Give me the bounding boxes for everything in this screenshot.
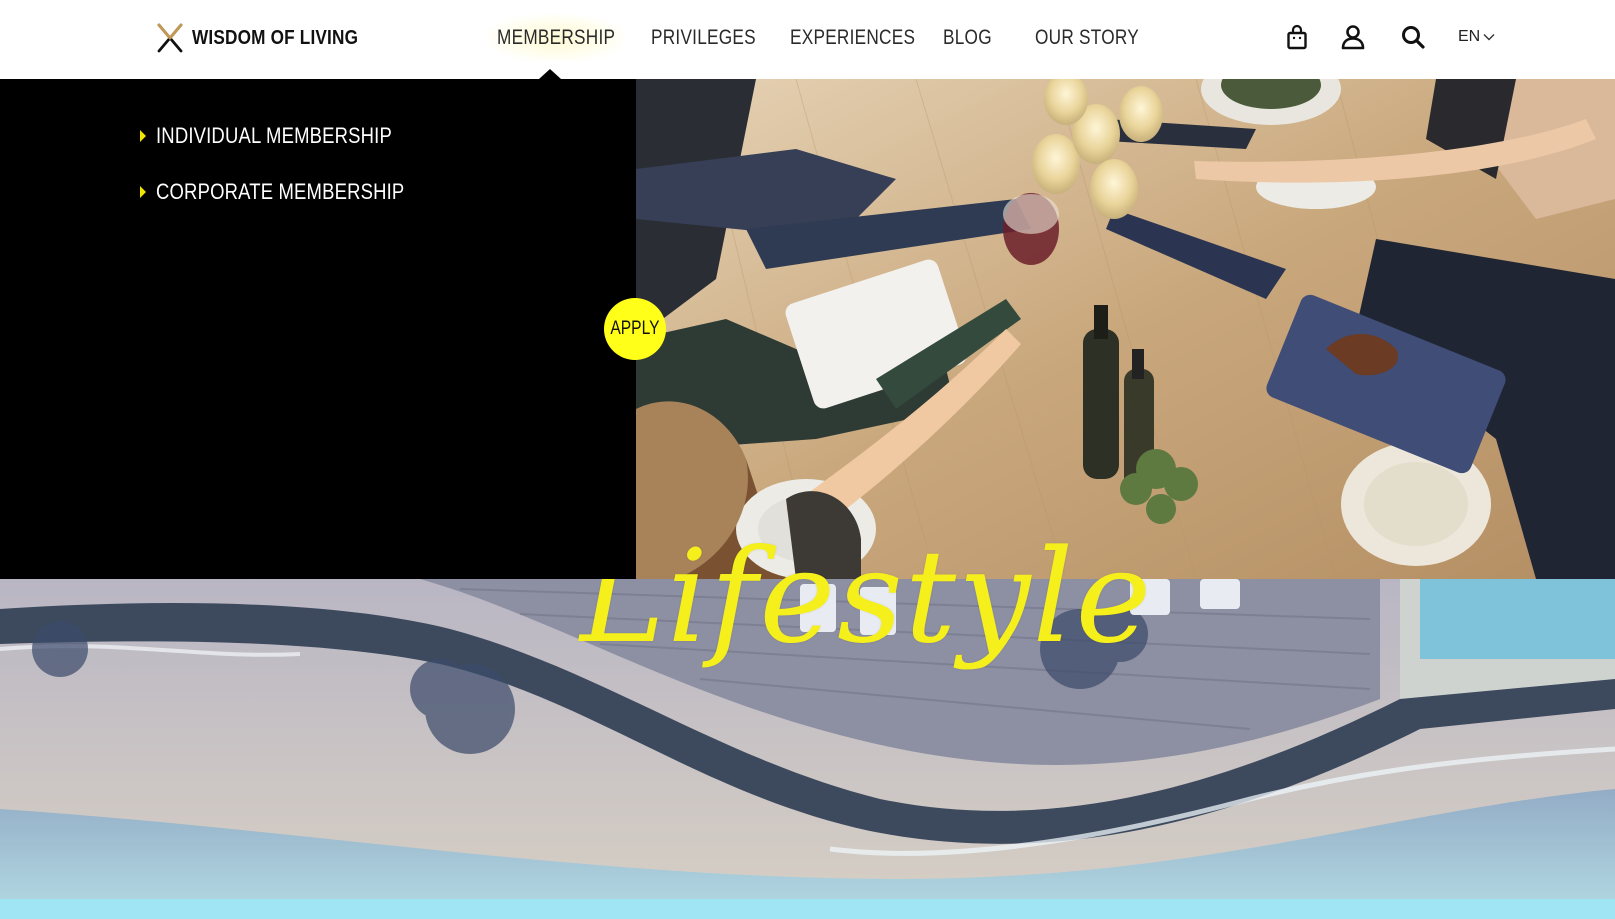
apply-label: APPLY xyxy=(610,318,660,339)
dropdown-item-corporate-membership[interactable]: CORPORATE MEMBERSHIP xyxy=(140,177,452,207)
brand-logo[interactable]: WISDOM OF LIVING xyxy=(156,22,385,54)
chevron-down-icon xyxy=(1483,34,1495,41)
dropdown-item-label: CORPORATE MEMBERSHIP xyxy=(156,179,405,204)
membership-dropdown: INDIVIDUAL MEMBERSHIP CORPORATE MEMBERSH… xyxy=(0,79,636,579)
caret-right-icon xyxy=(140,186,146,198)
dinner-toast-photo xyxy=(636,79,1615,579)
language-label: EN xyxy=(1458,28,1481,45)
site-header: WISDOM OF LIVING MEMBERSHIP PRIVILEGES E… xyxy=(0,0,1615,79)
nav-item-blog[interactable]: BLOG xyxy=(943,22,992,54)
caret-right-icon xyxy=(140,130,146,142)
nav-item-our-story[interactable]: OUR STORY xyxy=(1035,22,1139,54)
shopping-bag-icon[interactable] xyxy=(1282,22,1312,52)
apply-button[interactable]: APPLY xyxy=(604,298,666,360)
user-icon[interactable] xyxy=(1338,22,1368,52)
brand-name: WISDOM OF LIVING xyxy=(192,26,359,49)
dropdown-item-individual-membership[interactable]: INDIVIDUAL MEMBERSHIP xyxy=(140,121,437,151)
nav-item-membership[interactable]: MEMBERSHIP xyxy=(485,14,627,62)
active-nav-caret xyxy=(539,69,561,79)
search-icon[interactable] xyxy=(1398,22,1428,52)
logo-x-icon xyxy=(157,23,183,53)
lifestyle-script-heading: Lifestyle xyxy=(580,523,1154,672)
language-selector[interactable]: EN xyxy=(1458,24,1495,50)
nav-item-experiences[interactable]: EXPERIENCES xyxy=(790,22,915,54)
nav-item-privileges[interactable]: PRIVILEGES xyxy=(651,22,756,54)
dropdown-item-label: INDIVIDUAL MEMBERSHIP xyxy=(156,123,392,148)
